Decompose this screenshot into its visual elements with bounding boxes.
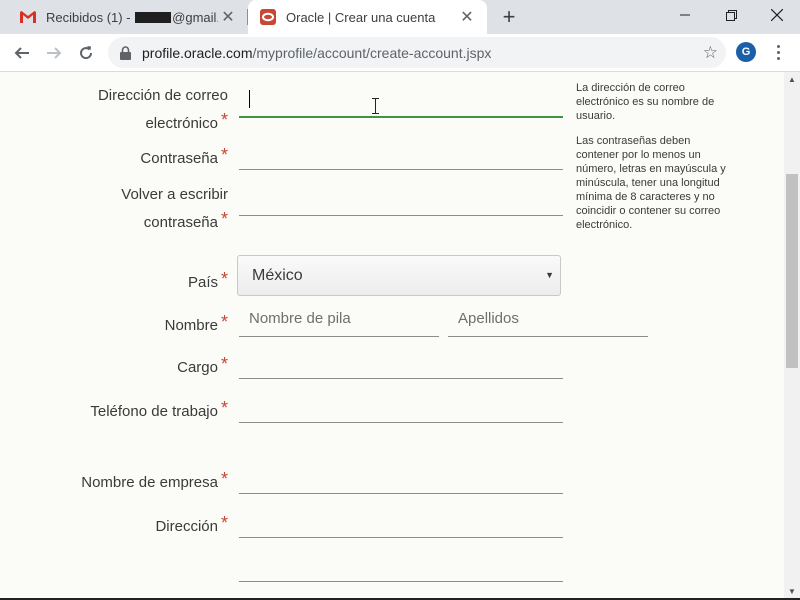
minimize-icon[interactable] [662,0,708,30]
new-tab-icon[interactable]: + [497,4,521,29]
email-help-text: La dirección de correo electrónico es su… [576,82,715,122]
last-name-placeholder: Apellidos [458,310,519,327]
job-title-label: Cargo * [177,354,228,376]
work-phone-input[interactable] [239,422,563,423]
close-window-icon[interactable] [754,0,800,30]
scroll-up-icon[interactable]: ▲ [788,75,796,84]
email-label: Dirección de correo electrónico * [97,87,228,132]
menu-kebab-icon[interactable] [770,40,786,64]
scrollbar-thumb[interactable] [786,174,798,368]
password-input[interactable] [239,169,563,170]
work-phone-label: Teléfono de trabajo * [90,398,228,420]
close-tab-icon[interactable]: ✕ [457,7,477,27]
email-input[interactable] [239,116,563,118]
address-line2-input[interactable] [239,581,563,582]
page-content: Dirección de correo electrónico * Contras… [0,72,784,598]
url-path: /myprofile/account/create-account.jspx [252,44,492,61]
scrollbar[interactable]: ▲ ▼ [784,72,800,598]
ibeam-cursor-icon [372,98,379,114]
required-asterisk: * [220,354,228,374]
job-title-input[interactable] [239,378,563,379]
required-asterisk: * [220,110,228,130]
name-label: Nombre * [164,312,228,334]
first-name-placeholder: Nombre de pila [249,310,351,327]
forward-icon[interactable] [40,39,68,67]
address-label: Dirección * [155,513,228,535]
required-asterisk: * [220,398,228,418]
lock-icon [120,45,134,60]
required-asterisk: * [220,269,228,289]
tab-oracle[interactable]: Oracle | Crear una cuenta ✕ [248,0,487,34]
tab-strip: Recibidos (1) - @gmail.co ✕ Oracle | Cre… [0,0,800,34]
company-label: Nombre de empresa * [81,469,228,491]
address-input[interactable] [239,537,563,538]
tab-gmail[interactable]: Recibidos (1) - @gmail.co ✕ [0,0,248,34]
text-caret [249,90,250,108]
confirm-password-label: Volver a escribir contraseña * [121,186,228,231]
dropdown-arrow-icon: ▼ [545,270,554,280]
close-tab-icon[interactable]: ✕ [218,7,238,27]
password-help-text: Las contraseñas deben contener por lo me… [576,135,726,231]
last-name-input[interactable] [448,336,648,337]
bookmark-star-icon[interactable]: ☆ [703,43,718,63]
country-label: País * [187,269,228,291]
oracle-icon [260,9,276,25]
country-select[interactable]: México ▼ [237,255,561,296]
redacted-text [135,11,172,23]
first-name-input[interactable] [239,336,439,337]
password-label: Contraseña * [140,145,228,167]
profile-avatar[interactable]: G [736,42,756,62]
required-asterisk: * [220,145,228,165]
required-asterisk: * [220,513,228,533]
required-asterisk: * [220,469,228,489]
country-selected-value: México [252,266,303,284]
url-host: profile.oracle.com [142,44,253,61]
scroll-down-icon[interactable]: ▼ [788,587,796,596]
company-input[interactable] [239,493,563,494]
tab-title: Oracle | Crear una cuenta [286,9,436,25]
required-asterisk: * [220,312,228,332]
browser-toolbar: profile.oracle.com/myprofile/account/cre… [0,34,800,72]
address-bar[interactable]: profile.oracle.com/myprofile/account/cre… [108,37,726,68]
back-icon[interactable] [8,39,36,67]
tab-title: Recibidos (1) - @gmail.co [46,9,218,25]
reload-icon[interactable] [72,39,100,67]
confirm-password-input[interactable] [239,215,563,216]
restore-icon[interactable] [708,0,754,30]
required-asterisk: * [220,209,228,229]
gmail-icon [20,9,36,25]
